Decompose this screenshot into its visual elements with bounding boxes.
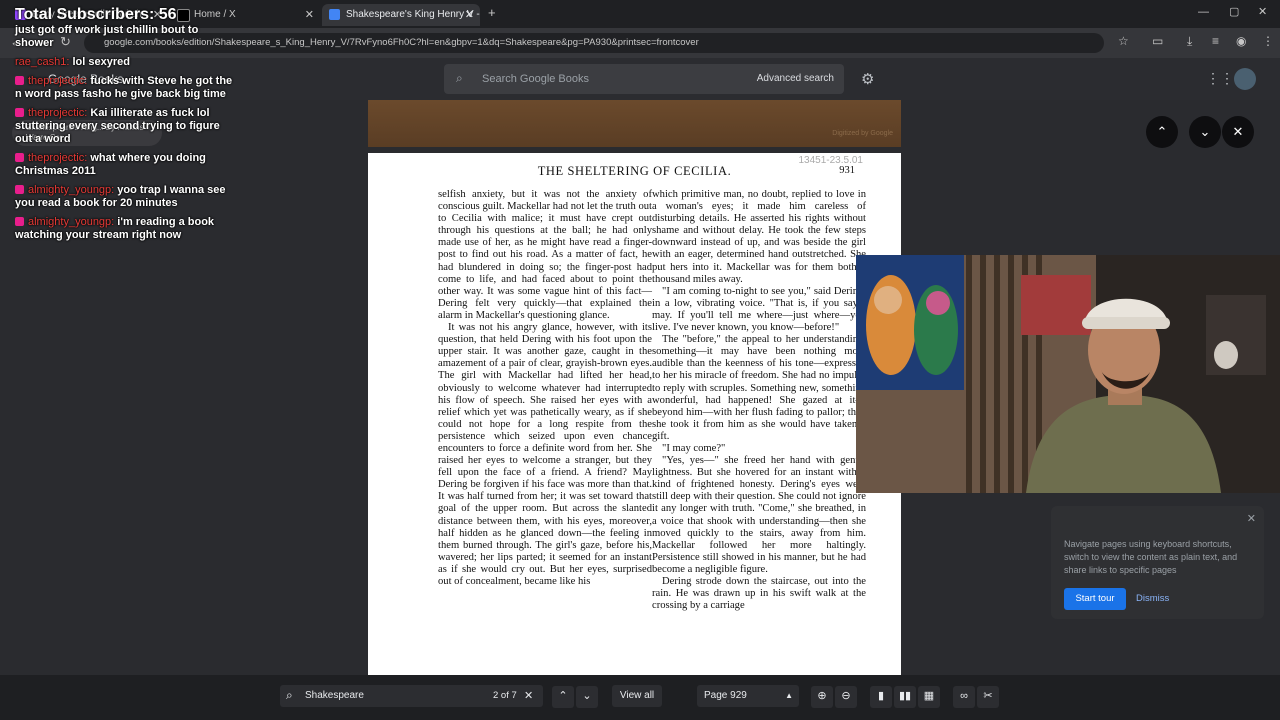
chat-message: almighty_youngp: i'm reading a book watc… <box>15 216 235 242</box>
digitized-watermark: Digitized by Google <box>832 130 893 137</box>
previous-result-icon[interactable]: ⌃ <box>552 686 574 708</box>
chat-message: just got off work just chillin bout to s… <box>15 24 235 50</box>
settings-gear-icon[interactable]: ⚙ <box>861 70 874 88</box>
webcam-image <box>856 255 1280 493</box>
chat-message: theprojectic: fucks with Steve he got th… <box>15 75 235 101</box>
zoom-out-icon[interactable]: ⊖ <box>835 686 857 708</box>
start-tour-button[interactable]: Start tour <box>1064 588 1126 610</box>
right-column: which primitive man, no doubt, replied t… <box>652 189 866 612</box>
chat-username: almighty_youngp: <box>28 184 115 196</box>
url-field[interactable]: google.com/books/edition/Shakespeare_s_K… <box>84 33 1104 53</box>
maximize-icon[interactable]: ▢ <box>1229 5 1239 18</box>
profile-icon[interactable]: ◉ <box>1236 34 1246 48</box>
chat-text: just got off work just chillin bout to s… <box>15 24 199 49</box>
bookmark-star-icon[interactable]: ☆ <box>1118 34 1129 48</box>
view-all-button[interactable]: View all <box>612 685 662 707</box>
stream-chat-overlay: Total Subscribers: 56 just got off work … <box>15 6 235 242</box>
google-books-icon <box>329 9 340 20</box>
dismiss-button[interactable]: Dismiss <box>1136 588 1169 610</box>
clip-icon[interactable]: ✂ <box>977 686 999 708</box>
avatar[interactable] <box>1234 68 1256 90</box>
chat-username: theprojectic: <box>28 107 88 119</box>
single-page-icon[interactable]: ▮ <box>870 686 892 708</box>
star-badge-icon <box>15 217 24 226</box>
book-page: 13451-23.5.01 THE SHELTERING OF CECILIA.… <box>368 153 901 675</box>
heart-badge-icon <box>15 153 24 162</box>
chat-text: lol sexyred <box>72 56 130 68</box>
webcam-overlay <box>856 255 1280 493</box>
menu-dots-icon[interactable]: ⋮ <box>1262 34 1274 48</box>
search-query: Shakespeare <box>305 690 364 701</box>
chat-message: rae_cash1: lol sexyred <box>15 56 235 69</box>
chat-username: rae_cash1: <box>15 56 70 68</box>
paragraph: Dering strode down the staircase, out in… <box>652 576 866 612</box>
reading-list-icon[interactable]: ≡ <box>1212 34 1219 48</box>
two-page-icon[interactable]: ▮▮ <box>894 686 916 708</box>
page-selector[interactable]: Page 929 ▲ <box>697 685 799 707</box>
close-viewer-icon[interactable]: ✕ <box>1222 116 1254 148</box>
chevron-up-icon[interactable]: ⌃ <box>1146 116 1178 148</box>
close-icon[interactable]: ✕ <box>1247 512 1256 525</box>
heart-badge-icon <box>15 108 24 117</box>
search-icon: ⌕ <box>286 688 293 702</box>
minimize-icon[interactable]: — <box>1198 6 1209 18</box>
new-tab-button[interactable]: + <box>488 5 496 20</box>
paragraph: "I am coming to-night to see you," said … <box>652 285 866 334</box>
search-placeholder: Search Google Books <box>482 73 590 85</box>
advanced-search-link[interactable]: Advanced search <box>757 64 834 94</box>
clear-search-icon[interactable]: ✕ <box>524 685 533 707</box>
paragraph: which primitive man, no doubt, replied t… <box>652 189 866 285</box>
in-book-search-input[interactable]: ⌕ Shakespeare 2 of 7 ✕ <box>280 685 543 707</box>
zoom-in-icon[interactable]: ⊕ <box>811 686 833 708</box>
apps-grid-icon[interactable]: ⋮⋮ <box>1206 70 1234 87</box>
chat-username: theprojectic: <box>28 75 88 87</box>
chat-username: theprojectic: <box>28 152 88 164</box>
paragraph: selfish anxiety, but it was not the anxi… <box>438 189 652 321</box>
tab-google-books[interactable]: Shakespeare's King Henry V - Google Book… <box>322 4 480 26</box>
window-close-icon[interactable]: ✕ <box>1258 5 1267 18</box>
books-search-input[interactable]: ⌕ Search Google Books Advanced search <box>444 64 844 94</box>
cast-icon[interactable]: ▭ <box>1152 34 1163 48</box>
close-icon[interactable]: ✕ <box>465 4 474 26</box>
download-icon[interactable]: ⤓ <box>1187 34 1192 49</box>
paragraph: "I may come?" <box>662 442 726 454</box>
heart-badge-icon <box>15 76 24 85</box>
next-result-icon[interactable]: ⌄ <box>576 686 598 708</box>
paragraph: "Yes, yes—" she freed her hand with gent… <box>652 455 866 575</box>
tab-label: Shakespeare's King Henry V - Google Book… <box>346 9 480 20</box>
caret-up-icon: ▲ <box>785 691 793 700</box>
page-title: THE SHELTERING OF CECILIA. <box>537 164 732 178</box>
grid-view-icon[interactable]: ▦ <box>918 686 940 708</box>
left-column: selfish anxiety, but it was not the anxi… <box>438 189 652 588</box>
result-count: 2 of 7 <box>493 690 517 701</box>
previous-page-image: Digitized by Google <box>368 100 901 147</box>
close-icon[interactable]: ✕ <box>305 4 314 26</box>
page-number: 931 <box>839 165 855 176</box>
tour-popup: ✕ Navigate pages using keyboard shortcut… <box>1051 506 1264 619</box>
chat-message: theprojectic: Kai illiterate as fuck lol… <box>15 107 235 146</box>
chat-username: almighty_youngp: <box>28 216 115 228</box>
chat-message: theprojectic: what where you doing Chris… <box>15 152 235 178</box>
link-icon[interactable]: ∞ <box>953 686 975 708</box>
star-badge-icon <box>15 185 24 194</box>
paragraph: It was not his angry glance, however, wi… <box>438 322 652 587</box>
tour-text: Navigate pages using keyboard shortcuts,… <box>1064 539 1238 575</box>
search-icon: ⌕ <box>456 71 463 85</box>
page-label: Page 929 <box>704 690 747 701</box>
chat-message: almighty_youngp: yoo trap I wanna see yo… <box>15 184 235 210</box>
paragraph: The "before," the appeal to her understa… <box>652 334 866 442</box>
chevron-down-icon[interactable]: ⌄ <box>1189 116 1221 148</box>
subscriber-count: Total Subscribers: 56 <box>15 6 177 23</box>
